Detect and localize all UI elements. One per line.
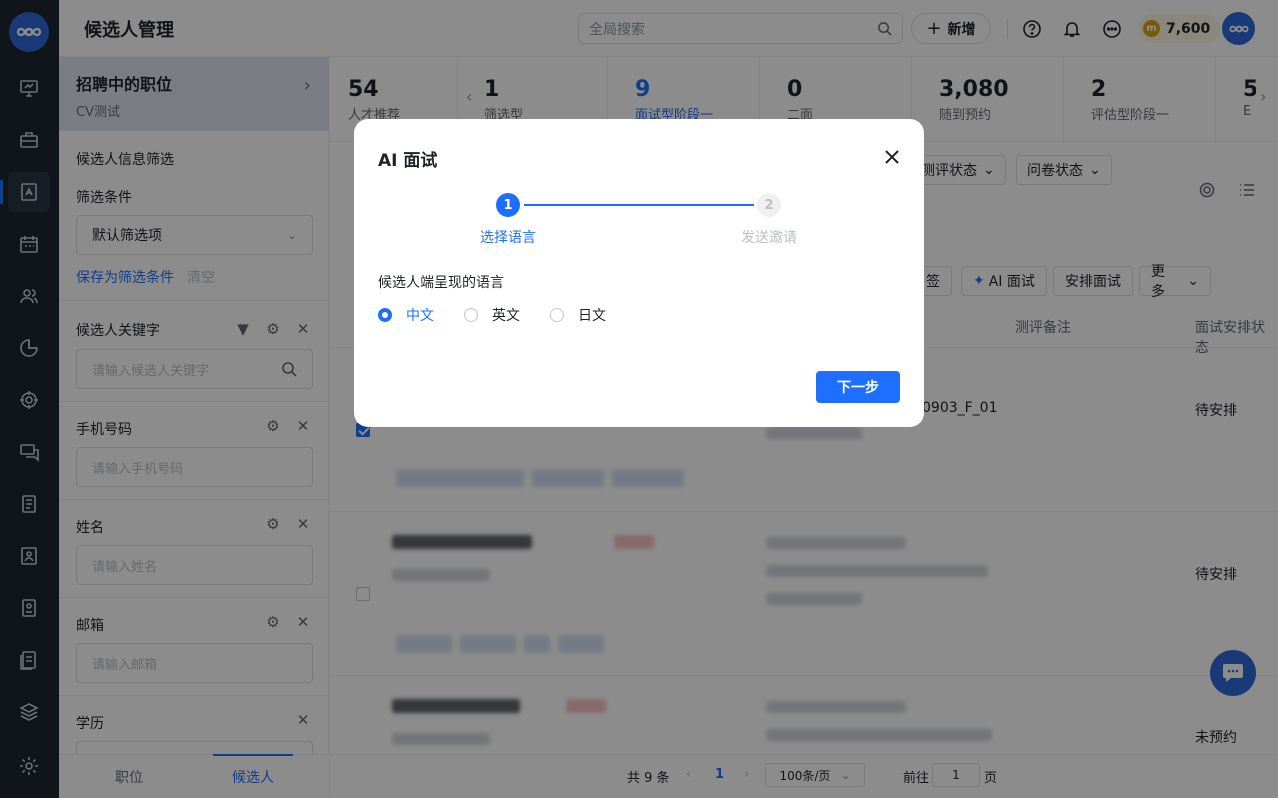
radio-dot — [464, 308, 478, 322]
radio-dot — [550, 308, 564, 322]
ai-interview-dialog: AI 面试 1 2 选择语言 发送邀请 候选人端呈现的语言 中文 英文 日文 下… — [354, 119, 924, 427]
radio-label: 中文 — [406, 308, 434, 324]
close-button[interactable] — [881, 146, 903, 168]
radio-label: 英文 — [492, 308, 520, 324]
step-1-indicator: 1 — [496, 193, 520, 217]
dialog-title: AI 面试 — [378, 151, 438, 171]
next-step-button[interactable]: 下一步 — [816, 371, 900, 403]
step-1-label: 选择语言 — [480, 230, 536, 246]
step-progress-line — [524, 204, 754, 206]
language-question: 候选人端呈现的语言 — [378, 275, 504, 291]
radio-label: 日文 — [578, 308, 606, 324]
step-2-label: 发送邀请 — [741, 230, 797, 246]
close-icon — [885, 150, 899, 164]
radio-dot — [378, 308, 392, 322]
radio-english[interactable]: 英文 — [464, 305, 520, 325]
radio-chinese[interactable]: 中文 — [378, 305, 434, 325]
step-2-indicator: 2 — [757, 193, 781, 217]
radio-japanese[interactable]: 日文 — [550, 305, 606, 325]
